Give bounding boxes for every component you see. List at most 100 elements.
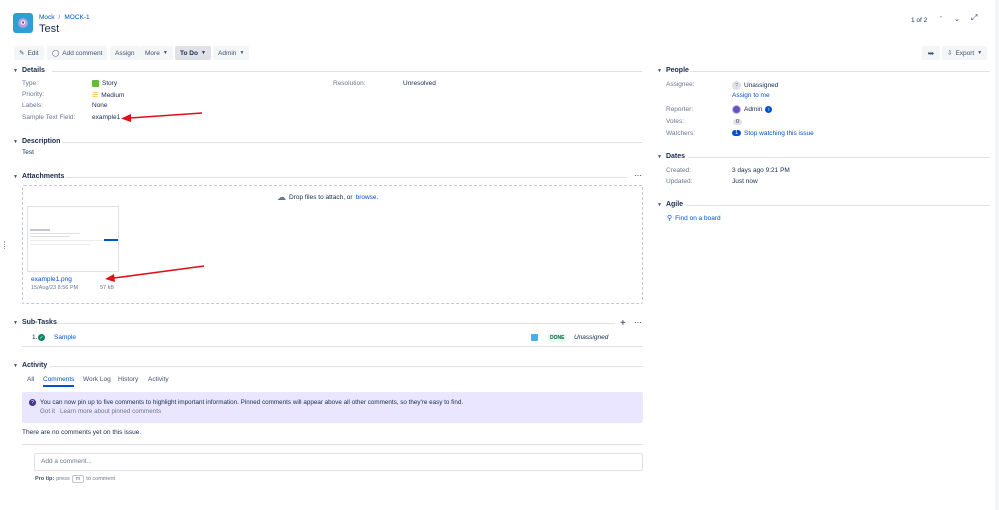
admin-label: Admin [218,49,237,57]
attachment-size: 57 kB [100,285,115,291]
export-button[interactable]: ⇩ Export ▼ [942,46,988,60]
people-heading[interactable]: ▼ People [657,67,689,74]
add-comment-button[interactable]: ◯ Add comment [47,46,108,60]
attachments-more-icon[interactable]: ⋯ [634,171,642,180]
tab-history[interactable]: History [118,376,138,383]
activity-heading[interactable]: ▼ Activity [13,362,47,369]
assignee-label: Assignee: [666,81,695,88]
priority-label: Priority: [22,91,45,98]
pencil-icon: ✎ [19,50,25,57]
pro-tip: Pro tip: press m to comment [35,475,116,483]
divider [62,142,642,143]
subtasks-more-icon[interactable]: ⋯ [634,318,642,327]
labels-value: None [92,102,108,109]
sample-text-field-label: Sample Text Field: [22,114,76,121]
edit-label: Edit [27,49,39,57]
subtask-assignee: Unassigned [574,334,609,341]
dropzone-prompt: ☁ Drop files to attach, or browse. [277,192,379,202]
comment-placeholder: Add a comment... [41,458,92,465]
tab-activity[interactable]: Activity [148,376,169,383]
breadcrumb: Mock / MOCK-1 [39,14,90,21]
divider [52,71,642,72]
description-text[interactable]: Test [22,149,34,156]
more-label: More [145,49,160,57]
add-subtask-icon[interactable]: + [620,318,626,329]
priority-medium-icon: ☰ [92,92,99,99]
stop-watching-link[interactable]: Stop watching this issue [744,130,814,137]
collapse-icon: ▼ [13,173,18,180]
export-icon: ⇩ [947,50,953,57]
attachment-date: 15/Aug/23 8:56 PM [31,285,79,291]
collapse-icon: ▼ [13,138,18,145]
description-heading[interactable]: ▼ Description [13,138,60,145]
find-on-board-link[interactable]: ⚲ Find on a board [667,214,721,223]
chevron-down-icon: ▼ [162,50,168,56]
watchers-badge[interactable]: 1 [732,130,742,136]
reporter-value[interactable]: Admin i [732,105,773,114]
tab-comments[interactable]: Comments [43,376,75,387]
expand-icon[interactable]: ⤢ [971,13,977,23]
breadcrumb-project[interactable]: Mock [39,14,55,21]
info-icon: i [765,106,773,113]
resize-handle[interactable] [4,241,6,249]
collapse-icon: ▼ [13,67,18,74]
labels-label: Labels: [22,102,43,109]
cloud-upload-icon: ☁ [277,192,286,202]
divider [688,157,990,158]
share-icon: ➥ [927,48,935,58]
collapse-icon: ▼ [657,153,662,160]
chevron-down-icon: ▼ [977,50,983,56]
updated-value: Just now [732,178,758,185]
status-label: To Do [180,49,198,57]
share-button[interactable]: ➥ [922,46,940,60]
priority-value: ☰ Medium [92,91,125,100]
subtask-name[interactable]: Sample [54,334,76,341]
collapse-icon: ▼ [657,67,662,74]
chevron-down-icon: ▼ [239,50,245,56]
subtasks-heading[interactable]: ▼ Sub-Tasks [13,319,57,326]
breadcrumb-issue-key[interactable]: MOCK-1 [64,14,89,21]
comment-icon: ◯ [52,50,60,57]
page-title: Test [39,23,60,35]
no-comments-text: There are no comments yet on this issue. [22,429,142,436]
search-icon: ⚲ [667,215,673,222]
more-button[interactable]: More ▼ [140,46,173,60]
tab-all[interactable]: All [27,376,34,383]
collapse-icon: ▼ [13,319,18,326]
attachment-thumbnail[interactable] [27,206,119,272]
keyboard-key: m [71,475,85,483]
type-label: Type: [22,80,38,87]
edit-button[interactable]: ✎ Edit [14,46,44,60]
sample-text-field-value[interactable]: example1 [92,114,120,121]
votes-badge[interactable]: 0 [733,119,743,125]
export-label: Export [955,49,975,57]
scrollbar-track[interactable] [995,0,999,510]
got-it-button[interactable]: Got it [40,408,55,415]
pager-text: 1 of 2 [911,17,928,24]
next-issue-icon[interactable]: ⌄ [954,15,960,23]
prev-issue-icon[interactable]: ⌃ [938,15,944,23]
agile-heading[interactable]: ▼ Agile [657,201,683,208]
details-heading[interactable]: ▼ Details [13,67,45,74]
status-button[interactable]: To Do ▼ [175,46,211,60]
add-comment-label: Add comment [62,49,103,57]
divider [65,177,627,178]
comment-input[interactable] [34,453,643,471]
watchers-label: Watchers: [666,130,696,137]
browse-link[interactable]: browse. [356,194,379,201]
project-avatar[interactable] [13,13,33,33]
dates-heading[interactable]: ▼ Dates [657,153,685,160]
divider [686,205,990,206]
assign-to-me-link[interactable]: Assign to me [732,92,770,99]
assign-button[interactable]: Assign [110,46,140,60]
learn-more-link[interactable]: Learn more about pinned comments [60,408,161,415]
admin-button[interactable]: Admin ▼ [213,46,250,60]
chevron-down-icon: ▼ [200,50,206,56]
collapse-icon: ▼ [13,362,18,369]
tab-work-log[interactable]: Work Log [83,376,111,383]
avatar [732,105,741,114]
attachment-filename[interactable]: example1.png [31,276,72,283]
attachments-heading[interactable]: ▼ Attachments [13,173,64,180]
reporter-label: Reporter: [666,106,694,113]
divider [50,366,643,367]
